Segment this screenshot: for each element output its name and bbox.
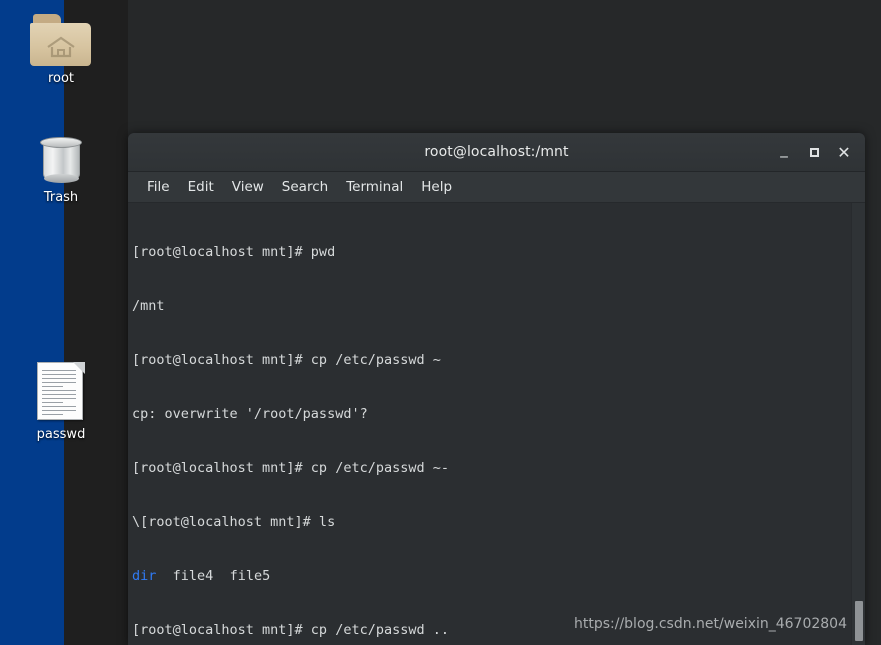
- terminal-line: [root@localhost mnt]# cp /etc/passwd ~: [132, 352, 441, 368]
- desktop-blue-strip: [0, 0, 64, 645]
- desktop-icon-label: root: [47, 71, 75, 86]
- terminal-line: cp: overwrite '/root/passwd'?: [132, 406, 368, 422]
- terminal-window[interactable]: root@localhost:/mnt _ ✕ File Edit View S…: [128, 133, 865, 645]
- terminal-line: /mnt: [132, 298, 165, 314]
- terminal-scrollbar[interactable]: [851, 203, 865, 645]
- window-controls: _ ✕: [769, 133, 859, 171]
- menu-item-edit[interactable]: Edit: [179, 176, 223, 198]
- minimize-button[interactable]: _: [769, 134, 799, 171]
- desktop-icon-trash[interactable]: Trash: [2, 133, 120, 205]
- desktop-icon-root[interactable]: root: [2, 14, 120, 86]
- ls-entry: file5: [229, 568, 271, 584]
- menu-item-terminal[interactable]: Terminal: [337, 176, 412, 198]
- desktop-icon-label: passwd: [36, 427, 86, 442]
- maximize-icon: [809, 147, 819, 157]
- ls-entry: file4: [172, 568, 214, 584]
- text-document-icon: [37, 362, 85, 422]
- ls-entry: dir: [132, 568, 157, 584]
- title-bar[interactable]: root@localhost:/mnt _ ✕: [128, 133, 865, 172]
- terminal-line: [root@localhost mnt]# cp /etc/passwd ~-: [132, 460, 449, 476]
- home-folder-icon: [30, 14, 92, 66]
- desktop-icon-label: Trash: [43, 190, 79, 205]
- menu-item-help[interactable]: Help: [412, 176, 461, 198]
- trash-can-icon: [32, 133, 90, 185]
- menu-item-search[interactable]: Search: [273, 176, 337, 198]
- terminal-line: [root@localhost mnt]# pwd: [132, 244, 336, 260]
- terminal-line: \[root@localhost mnt]# ls: [132, 514, 336, 530]
- close-button[interactable]: ✕: [829, 137, 859, 167]
- terminal-ls-output: dir file4 file5: [132, 567, 847, 585]
- scrollbar-thumb[interactable]: [855, 601, 863, 641]
- maximize-button[interactable]: [799, 137, 829, 167]
- terminal-output-area[interactable]: [root@localhost mnt]# pwd /mnt [root@loc…: [128, 203, 865, 645]
- watermark-text: https://blog.csdn.net/weixin_46702804: [573, 616, 847, 632]
- house-glyph: [47, 36, 75, 58]
- terminal-text: [root@localhost mnt]# pwd /mnt [root@loc…: [132, 207, 847, 645]
- menu-item-view[interactable]: View: [223, 176, 273, 198]
- menu-item-file[interactable]: File: [138, 176, 179, 198]
- menu-bar: File Edit View Search Terminal Help: [128, 172, 865, 203]
- window-title: root@localhost:/mnt: [424, 144, 569, 160]
- desktop-icon-passwd[interactable]: passwd: [2, 362, 120, 442]
